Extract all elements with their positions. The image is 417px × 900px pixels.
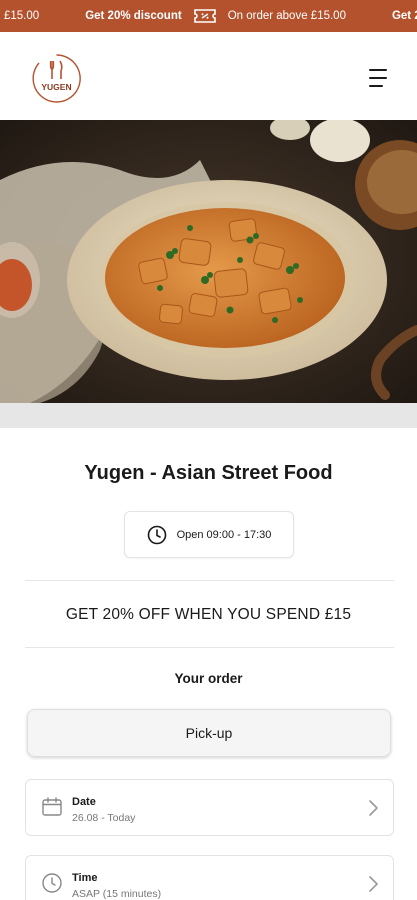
divider — [25, 580, 394, 581]
logo-text: YUGEN — [41, 82, 71, 92]
clock-icon — [41, 872, 63, 894]
yugen-logo[interactable]: YUGEN — [30, 52, 83, 105]
promo-banner: £15.00 Get 20% discount On order above £… — [0, 0, 417, 32]
clock-icon — [147, 525, 167, 545]
time-value: ASAP (15 minutes) — [72, 888, 162, 900]
opening-hours-badge: Open 09:00 - 17:30 — [124, 511, 294, 558]
date-value: 26.08 - Today — [72, 812, 136, 824]
promo-condition: On order above £15.00 — [227, 10, 346, 22]
date-label: Date — [72, 796, 96, 808]
chevron-right-icon — [367, 875, 379, 893]
date-selector[interactable]: Date 26.08 - Today — [25, 779, 394, 836]
pickup-button[interactable]: Pick-up — [27, 709, 391, 757]
time-selector[interactable]: Time ASAP (15 minutes) — [25, 855, 394, 900]
calendar-icon — [41, 796, 63, 818]
opening-hours-text: Open 09:00 - 17:30 — [176, 528, 272, 541]
promo-discount-repeat: Get 20 — [391, 10, 417, 22]
your-order-heading: Your order — [174, 671, 243, 686]
hamburger-menu-icon[interactable] — [364, 68, 392, 88]
chevron-right-icon — [367, 799, 379, 817]
ticket-icon — [193, 9, 216, 23]
hero-bottom-strip — [0, 403, 417, 428]
restaurant-title: Yugen - Asian Street Food — [84, 462, 333, 484]
promo-discount: Get 20% discount — [85, 10, 182, 22]
site-header: YUGEN — [0, 32, 417, 120]
promo-amount: £15.00 — [4, 10, 40, 22]
promo-track: £15.00 Get 20% discount On order above £… — [4, 0, 417, 32]
hero-food-image — [0, 120, 417, 403]
offer-text: GET 20% OFF WHEN YOU SPEND £15 — [65, 606, 352, 623]
divider — [25, 647, 394, 648]
time-label: Time — [72, 872, 98, 884]
